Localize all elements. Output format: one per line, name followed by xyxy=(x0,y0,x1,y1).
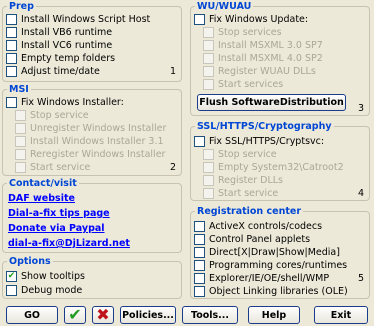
wu-msxml4-checkbox: Install MSXML 4.0 SP2 xyxy=(203,52,323,64)
ole-checkbox[interactable]: Object Linking libraries (OLE) xyxy=(194,285,348,297)
registration-step-number: 5 xyxy=(357,273,364,284)
flush-softwaredistribution-button[interactable]: Flush SoftwareDistribution xyxy=(197,94,346,111)
donate-link[interactable]: Donate via Paypal xyxy=(8,223,105,235)
prep-group: Prep Install Windows Script Host Install… xyxy=(2,1,182,82)
wu-msxml3-checkbox: Install MSXML 3.0 SP7 xyxy=(203,39,323,51)
msi-unregister-checkbox: Unregister Windows Installer xyxy=(15,122,166,134)
ssl-step-number: 4 xyxy=(357,188,364,199)
prep-title: Prep xyxy=(7,1,36,12)
fix-windows-installer-checkbox[interactable]: Fix Windows Installer: xyxy=(6,96,124,108)
go-button[interactable]: GO xyxy=(6,306,58,324)
msi-title: MSI xyxy=(7,84,31,95)
msi-step-number: 2 xyxy=(169,162,176,173)
msi-stop-service-checkbox: Stop service xyxy=(15,109,89,121)
install-vc6-checkbox[interactable]: Install VC6 runtime xyxy=(6,39,112,51)
ssl-stop-service-checkbox: Stop service xyxy=(203,148,277,160)
email-link[interactable]: dial-a-fix@DjLizard.net xyxy=(8,238,130,250)
install-wsh-checkbox[interactable]: Install Windows Script Host xyxy=(6,13,150,25)
check-icon: ✔ xyxy=(6,270,17,282)
show-tooltips-checkbox[interactable]: ✔ Show tooltips xyxy=(6,270,85,282)
daf-website-link[interactable]: DAF website xyxy=(8,193,75,205)
msi-group: MSI Fix Windows Installer: Stop service … xyxy=(2,84,182,176)
registration-group: Registration center ActiveX controls/cod… xyxy=(190,206,370,299)
wu-start-services-checkbox: Start services xyxy=(203,78,283,90)
ssl-register-dlls-checkbox: Register DLLs xyxy=(203,174,283,186)
contact-group: Contact/visit DAF website Dial-a-fix tip… xyxy=(2,178,182,253)
fix-ssl-checkbox[interactable]: Fix SSL/HTTPS/Cryptsvc: xyxy=(194,135,324,147)
wuau-step-number: 3 xyxy=(357,103,364,114)
install-vb6-checkbox[interactable]: Install VB6 runtime xyxy=(6,26,112,38)
check-all-button[interactable]: ✔ xyxy=(64,306,86,324)
tools-button[interactable]: Tools... xyxy=(182,306,238,324)
wuau-group: WU/WUAU Fix Windows Update: Stop service… xyxy=(190,1,370,116)
x-icon: ✖ xyxy=(96,305,110,324)
ssl-start-service-checkbox: Start service xyxy=(203,187,278,199)
ssl-title: SSL/HTTPS/Cryptography xyxy=(195,121,334,132)
exit-button[interactable]: Exit xyxy=(314,306,368,324)
prep-step-number: 1 xyxy=(169,66,176,77)
clear-all-button[interactable]: ✖ xyxy=(92,306,114,324)
ssl-group: SSL/HTTPS/Cryptography Fix SSL/HTTPS/Cry… xyxy=(190,121,370,201)
msi-install-31-checkbox: Install Windows Installer 3.1 xyxy=(15,135,164,147)
msi-start-service-checkbox: Start service xyxy=(15,161,90,173)
check-icon: ✔ xyxy=(68,305,82,324)
msi-reregister-checkbox: Reregister Windows Installer xyxy=(15,148,165,160)
activex-checkbox[interactable]: ActiveX controls/codecs xyxy=(194,220,322,232)
empty-temp-checkbox[interactable]: Empty temp folders xyxy=(6,52,115,64)
programming-cores-checkbox[interactable]: Programming cores/runtimes xyxy=(194,259,347,271)
debug-mode-checkbox[interactable]: Debug mode xyxy=(6,284,82,296)
control-panel-checkbox[interactable]: Control Panel applets xyxy=(194,233,310,245)
ssl-empty-catroot2-checkbox: Empty System32\Catroot2 xyxy=(203,161,344,173)
options-title: Options xyxy=(7,256,53,267)
contact-title: Contact/visit xyxy=(7,178,79,189)
wu-register-dlls-checkbox: Register WUAU DLLs xyxy=(203,65,316,77)
fix-windows-update-checkbox[interactable]: Fix Windows Update: xyxy=(194,13,308,25)
wuau-title: WU/WUAU xyxy=(195,1,254,12)
tips-page-link[interactable]: Dial-a-fix tips page xyxy=(8,208,110,220)
help-button[interactable]: Help xyxy=(248,306,300,324)
directx-checkbox[interactable]: Direct[X|Draw|Show|Media] xyxy=(194,246,340,258)
explorer-shell-checkbox[interactable]: Explorer/IE/OE/shell/WMP xyxy=(194,272,329,284)
adjust-time-checkbox[interactable]: Adjust time/date xyxy=(6,65,100,77)
policies-button[interactable]: Policies... xyxy=(120,306,176,324)
wu-stop-services-checkbox: Stop services xyxy=(203,26,282,38)
options-group: Options ✔ Show tooltips Debug mode xyxy=(2,256,182,299)
registration-title: Registration center xyxy=(195,206,304,217)
